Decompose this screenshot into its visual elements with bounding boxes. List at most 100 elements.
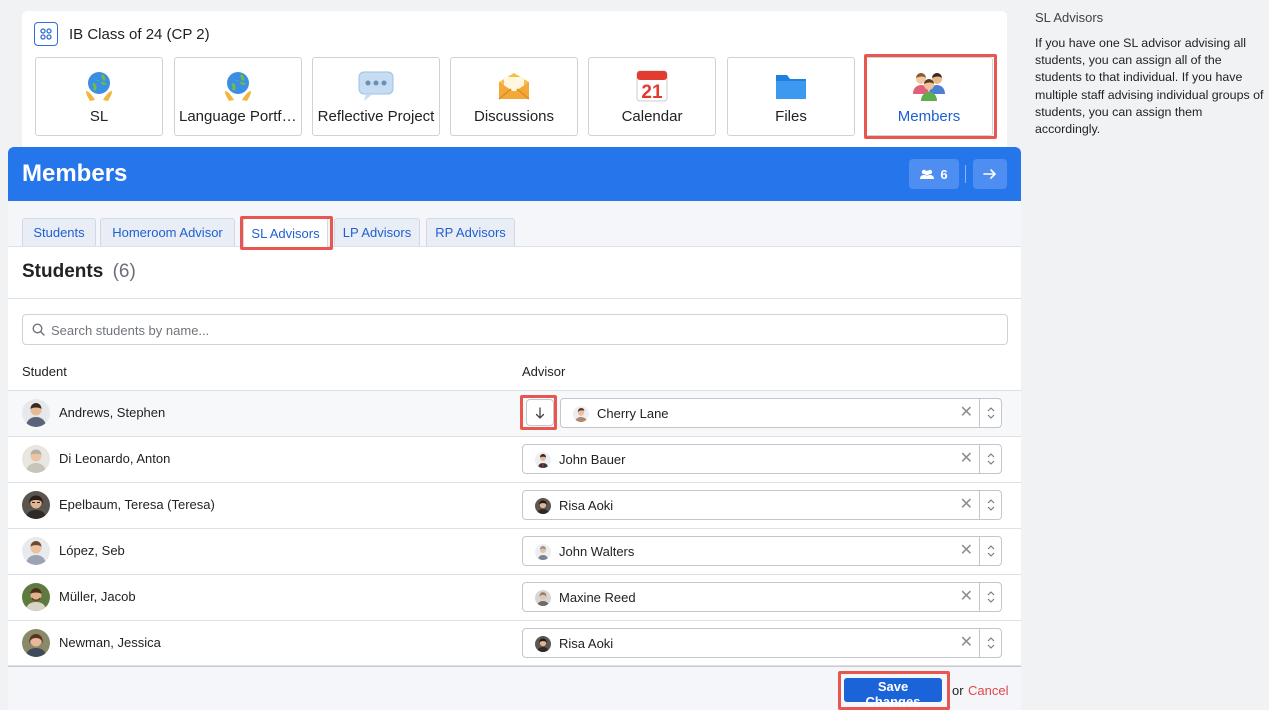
tile-label: Language Portfolio — [179, 108, 297, 125]
people-icon — [866, 68, 992, 104]
class-grid-icon — [34, 22, 58, 46]
clear-icon[interactable]: ✕ — [960, 589, 973, 605]
panel-header: Members 6 — [8, 147, 1021, 201]
clear-icon[interactable]: ✕ — [960, 497, 973, 513]
advisor-name: John Bauer — [559, 452, 626, 467]
student-name: Newman, Jessica — [59, 635, 161, 650]
advisor-select[interactable]: John Bauer ✕ — [522, 444, 1002, 474]
student-name: Di Leonardo, Anton — [59, 451, 171, 466]
svg-text:21: 21 — [641, 82, 663, 103]
advisor-avatar — [535, 544, 551, 560]
members-panel: Members 6 Students Homeroom Advisor SL A… — [8, 147, 1021, 710]
arrow-right-icon — [983, 169, 997, 179]
clear-icon[interactable]: ✕ — [960, 543, 973, 559]
students-heading-label: Students — [22, 261, 104, 282]
clear-icon[interactable]: ✕ — [960, 451, 973, 467]
help-text: If you have one SL advisor advising all … — [1035, 36, 1264, 137]
next-button[interactable] — [973, 159, 1007, 189]
advisor-select[interactable]: Cherry Lane ✕ — [560, 398, 1002, 428]
tile-label: Reflective Project — [317, 108, 435, 125]
tile-reflective-project[interactable]: Reflective Project — [312, 57, 440, 136]
globe-hands-icon — [175, 68, 301, 104]
panel-title: Members — [22, 160, 128, 187]
advisor-name: John Walters — [559, 544, 635, 559]
clear-icon[interactable]: ✕ — [960, 405, 973, 421]
select-chevron-icon[interactable] — [979, 537, 1001, 565]
tile-label: Discussions — [473, 108, 555, 125]
envelope-icon — [451, 68, 577, 104]
tile-files[interactable]: Files — [727, 57, 855, 136]
advisor-avatar — [573, 406, 589, 422]
advisor-avatar — [535, 590, 551, 606]
avatar — [22, 491, 50, 519]
advisor-name: Maxine Reed — [559, 590, 636, 605]
tile-language-portfolio[interactable]: Language Portfolio — [174, 57, 302, 136]
folder-icon — [728, 68, 854, 104]
globe-hands-icon — [36, 68, 162, 104]
tile-label: Calendar — [621, 108, 683, 125]
advisor-tabs: Students Homeroom Advisor SL Advisors LP… — [8, 201, 1021, 247]
advisor-name: Cherry Lane — [597, 406, 669, 421]
tile-label: Members — [897, 108, 961, 125]
column-header-advisor: Advisor — [522, 364, 566, 379]
tab-sl-advisors[interactable]: SL Advisors — [243, 218, 328, 247]
tile-label: SL — [89, 108, 109, 125]
student-name: Epelbaum, Teresa (Teresa) — [59, 497, 215, 512]
users-icon — [920, 169, 935, 179]
tab-homeroom-advisor[interactable]: Homeroom Advisor — [100, 218, 235, 246]
student-name: López, Seb — [59, 543, 125, 558]
class-card: IB Class of 24 (CP 2) SL Language Portfo… — [22, 11, 1007, 151]
search-input[interactable] — [49, 315, 993, 346]
avatar — [22, 629, 50, 657]
tab-rp-advisors[interactable]: RP Advisors — [426, 218, 515, 246]
form-footer: Save Changes or Cancel — [8, 666, 1021, 710]
table-row: Andrews, Stephen Cherry Lane ✕ — [8, 390, 1021, 436]
avatar — [22, 399, 50, 427]
member-count: 6 — [940, 166, 948, 182]
tab-lp-advisors[interactable]: LP Advisors — [334, 218, 420, 246]
header-divider — [965, 165, 966, 183]
column-header-student: Student — [22, 364, 67, 379]
advisor-avatar — [535, 452, 551, 468]
select-chevron-icon[interactable] — [979, 629, 1001, 657]
class-title-row: IB Class of 24 (CP 2) — [34, 21, 210, 47]
tile-sl[interactable]: SL — [35, 57, 163, 136]
cancel-link[interactable]: Cancel — [968, 683, 1008, 698]
tile-calendar[interactable]: 21 Calendar — [588, 57, 716, 136]
class-title: IB Class of 24 (CP 2) — [69, 25, 210, 43]
clear-icon[interactable]: ✕ — [960, 635, 973, 651]
table-row: Müller, Jacob Maxine Reed ✕ — [8, 574, 1021, 620]
avatar — [22, 583, 50, 611]
students-count: (6) — [112, 261, 136, 282]
advisor-select[interactable]: Maxine Reed ✕ — [522, 582, 1002, 612]
select-chevron-icon[interactable] — [979, 399, 1001, 427]
speech-bubble-icon — [313, 68, 439, 104]
table-row: López, Seb John Walters ✕ — [8, 528, 1021, 574]
student-name: Müller, Jacob — [59, 589, 136, 604]
calendar-icon: 21 — [589, 68, 715, 104]
students-heading: Students (6) — [22, 261, 136, 283]
tile-members[interactable]: Members — [865, 57, 993, 136]
avatar — [22, 537, 50, 565]
search-box — [22, 314, 1008, 346]
search-icon — [32, 323, 45, 336]
member-count-button[interactable]: 6 — [909, 159, 959, 189]
tab-students[interactable]: Students — [22, 218, 96, 246]
advisor-name: Risa Aoki — [559, 636, 614, 651]
arrow-down-icon — [535, 406, 545, 419]
select-chevron-icon[interactable] — [979, 583, 1001, 611]
select-chevron-icon[interactable] — [979, 491, 1001, 519]
student-name: Andrews, Stephen — [59, 405, 166, 420]
select-chevron-icon[interactable] — [979, 445, 1001, 473]
save-changes-button[interactable]: Save Changes — [844, 678, 942, 709]
tile-label: Files — [775, 108, 807, 125]
advisor-select[interactable]: Risa Aoki ✕ — [522, 628, 1002, 658]
apply-to-all-button[interactable] — [526, 399, 554, 426]
help-title: SL Advisors — [1035, 10, 1104, 25]
advisor-select[interactable]: John Walters ✕ — [522, 536, 1002, 566]
or-text: or — [952, 683, 964, 698]
tile-discussions[interactable]: Discussions — [450, 57, 578, 136]
avatar — [22, 445, 50, 473]
table-row: Newman, Jessica Risa Aoki ✕ — [8, 620, 1021, 666]
advisor-select[interactable]: Risa Aoki ✕ — [522, 490, 1002, 520]
